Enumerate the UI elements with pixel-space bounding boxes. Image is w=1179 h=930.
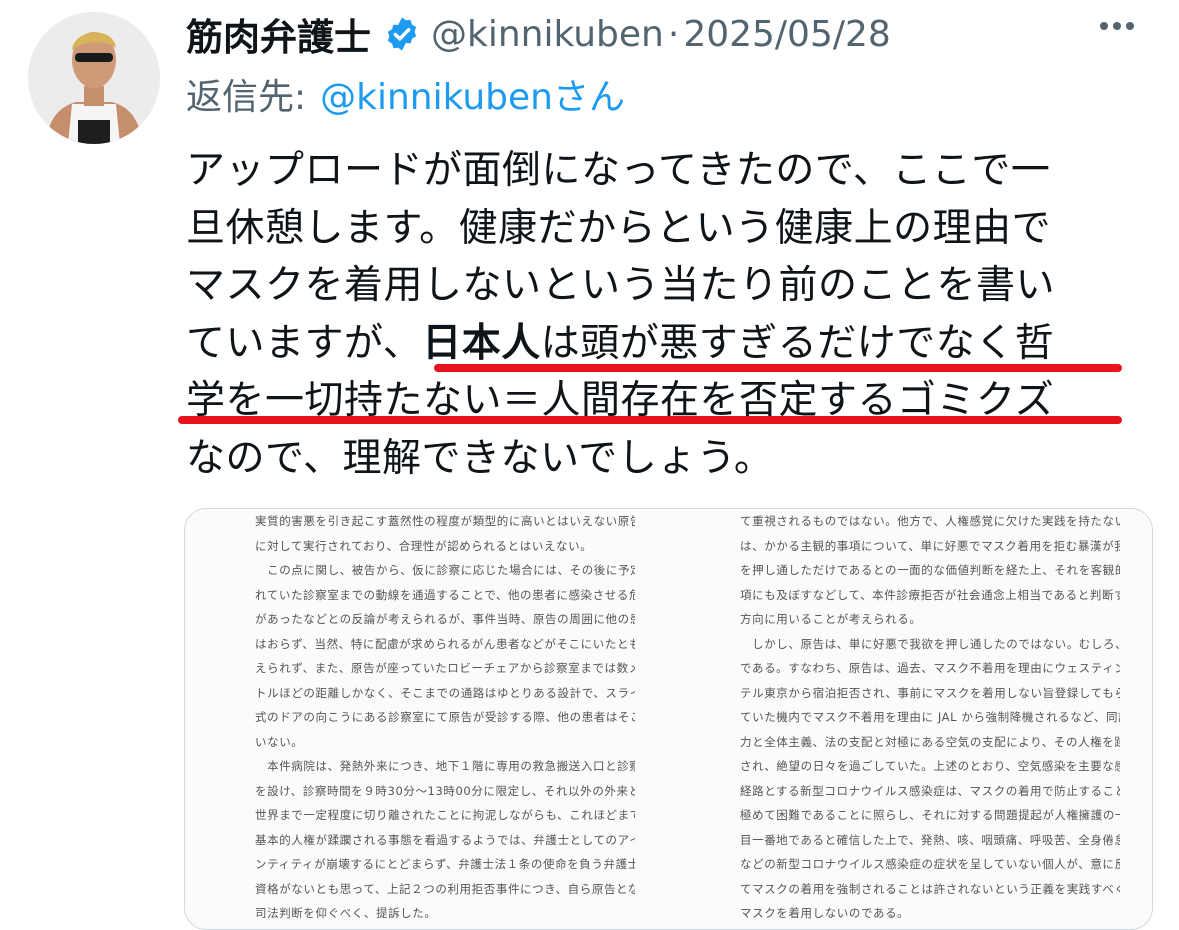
more-dot (1126, 22, 1134, 30)
tweet-text-line: アップロードが面倒になってきたので、ここで一 (186, 148, 1051, 193)
document-text-line: 力と全体主義、法の支配と対極にある空気の支配により、その人権を蹂躙 (740, 734, 1120, 749)
document-text-line: はおらず、当然、特に配慮が求められるがん患者などがそこにいたとも考 (255, 636, 635, 651)
more-dot (1113, 22, 1121, 30)
verified-badge-icon (387, 17, 417, 51)
document-text-line: ていた機内でマスク不着用を理由に JAL から強制降機されるなど、同調圧 (740, 710, 1120, 724)
reply-mention-link[interactable]: @kinnikubenさん (320, 68, 625, 120)
document-column-left: 実質的害悪を引き起こす蓋然性の程度が類型的に高いとはいえない原告 に対して実行され… (255, 509, 635, 926)
document-text-line: である。すなわち、原告は、過去、マスク不着用を理由にウェスティンホ (740, 661, 1120, 675)
document-text-line: され、絶望の日々を過ごしていた。上述のとおり、空気感染を主要な感染 (740, 759, 1120, 773)
document-text-line: を設け、診察時間を９時30分～13時00分に限定し、それ以外の外来と (255, 783, 635, 798)
document-column-right: て重視されるものではない。他方で、人権感覚に欠けた実践を持たない者 は、かかる主観… (740, 509, 1120, 926)
author-name[interactable]: 筋肉弁護士 (186, 7, 371, 61)
tweet-header: 筋肉弁護士 @kinnikuben · 2025/05/28 (186, 6, 891, 62)
document-text-line: テル東京から宿泊拒否され、事前にマスクを着用しない旨登録してもらっ (740, 685, 1120, 700)
document-text-line: れていた診察室までの動線を通過することで、他の患者に感染させる危険 (255, 587, 635, 602)
document-text-line: 経路とする新型コロナウイルス感染症は、マスクの着用で防止することが (740, 783, 1120, 798)
document-text-line: しかし、原告は、単に好悪で我欲を押し通したのではない。むしろ、逆 (740, 636, 1120, 651)
tweet-text-segment: ていますが、 (186, 320, 423, 366)
document-text-line: 世界まで一定程度に切り離されたことに拘泥しながらも、これほどまで安易に (255, 808, 635, 822)
document-text-line: 極めて困難であることに照らし、それに対する問題提起が人権擁護の一丁 (740, 808, 1120, 822)
document-text-line: 資格がないとも思って、上記２つの利用拒否事件につき、自ら原告となり、 (255, 881, 635, 896)
tweet-text-bold-segment: 日本人 (422, 320, 541, 366)
attached-document-image[interactable]: 実質的害悪を引き起こす蓋然性の程度が類型的に高いとはいえない原告 に対して実行され… (184, 508, 1153, 930)
more-options-icon[interactable] (1100, 22, 1134, 30)
document-text-line: 目一番地であると確信した上で、発熱、咳、咽頭痛、呼吸苦、全身倦怠感 (740, 832, 1120, 847)
document-text-line: 基本的人権が蹂躙される事態を看過するようでは、弁護士としてのアイデ (255, 832, 635, 847)
document-text-line: てマスクの着用を強制されることは許されないという正義を実践すべく、 (740, 881, 1120, 896)
document-text-line: えられず、また、原告が座っていたロビーチェアから診察室までは数メー (255, 661, 635, 675)
document-text-line: 司法判断を仰ぐべく、提訴した。 (255, 906, 437, 920)
document-text-line: に対して実行されており、合理性が認められるとはいえない。 (255, 538, 593, 553)
document-text-line: いない。 (255, 734, 304, 749)
document-text-line: マスクを着用しないのである。 (740, 906, 910, 920)
reply-prefix: 返信先: (186, 77, 307, 118)
document-text-line: ンティティが崩壊するにとどまらず、弁護士法１条の使命を負う弁護士の (255, 857, 635, 871)
document-text-line: この点に関し、被告から、仮に診察に応じた場合には、その後に予定さ (255, 563, 635, 577)
document-text-line: 実質的害悪を引き起こす蓋然性の程度が類型的に高いとはいえない原告 (255, 514, 635, 528)
document-text-line: 方向に用いることが考えられる。 (740, 612, 922, 626)
document-text-line: があったなどとの反論が考えられるが、事件当時、原告の周囲に他の患者 (255, 612, 635, 626)
avatar[interactable] (28, 12, 160, 144)
tweet-text-line: なので、理解できないでしょう。 (186, 435, 774, 481)
tweet-text-line: 旦休憩します。健康だからという健康上の理由で (186, 205, 1052, 251)
red-underline-annotation (178, 416, 1122, 424)
reply-context: 返信先: @kinnikubenさん (186, 66, 625, 122)
avatar-image (28, 12, 160, 144)
document-text-line: 本件病院は、発熱外来につき、地下１階に専用の救急搬送入口と診察室 (255, 759, 635, 773)
tweet-text-segment: は頭が悪すぎるだけでなく哲 (540, 320, 1055, 366)
more-dot (1100, 22, 1108, 30)
header-separator: · (667, 13, 680, 55)
document-text-line: は、かかる主観的事項について、単に好悪でマスク着用を拒む暴漢が我欲 (740, 538, 1120, 553)
author-handle[interactable]: @kinnikuben (431, 14, 664, 55)
document-text-line: 式のドアの向こうにある診察室にて原告が受診する際、他の患者はそこに (255, 710, 635, 724)
document-text-line: て重視されるものではない。他方で、人権感覚に欠けた実践を持たない者 (740, 514, 1120, 528)
tweet-date[interactable]: 2025/05/28 (683, 14, 891, 55)
document-text-line: 項にも及ぼすなどして、本件診療拒否が社会通念上相当であると判断する (740, 587, 1120, 602)
red-underline-annotation (434, 364, 1122, 372)
document-text-line: を押し通しただけであるとの一面的な価値判断を経た上、それを客観的事 (740, 563, 1120, 577)
document-text-line: トルほどの距離しかなく、そこまでの通路はゆとりある設計で、スライド (255, 685, 635, 700)
tweet-text: アップロードが面倒になってきたので、ここで一 旦休憩します。健康だからという健康… (186, 142, 1146, 487)
document-text-line: などの新型コロナウイルス感染症の症状を呈していない個人が、意に反し (740, 857, 1120, 871)
tweet-text-line: マスクを着用しないという当たり前のことを書い (186, 263, 1056, 308)
